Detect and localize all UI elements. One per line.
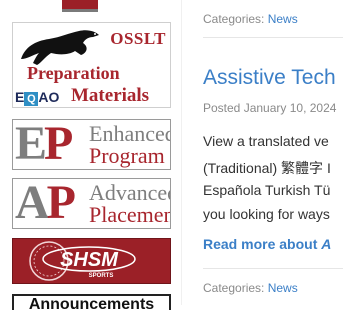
osslt-text: OSSLT xyxy=(110,29,166,48)
sidebar: OSSLT Preparation E Q AO Materials EP Enha… xyxy=(0,0,181,310)
post-excerpt-line: (Traditional) 繁體字 I xyxy=(203,160,331,176)
preparation-text: Preparation xyxy=(27,63,120,83)
ap-line2: Placement xyxy=(89,202,170,227)
osslt-preparation-banner[interactable]: OSSLT Preparation E Q AO Materials xyxy=(12,22,171,108)
ep-line2: Program xyxy=(89,143,165,168)
post-excerpt-line: you looking for ways xyxy=(203,206,330,222)
post-title-link[interactable]: Assistive Tech xyxy=(203,66,336,90)
ap-logo: AP xyxy=(15,178,76,229)
advanced-placement-banner[interactable]: AP Advanced Placement xyxy=(12,178,171,229)
shsm-label: SHSM xyxy=(60,249,119,271)
post-excerpt-line: Española Turkish Tü xyxy=(203,182,331,198)
post-divider xyxy=(203,268,343,269)
ep-line1: Enhanced xyxy=(89,121,171,146)
post-divider xyxy=(203,37,343,38)
category-link-news[interactable]: News xyxy=(268,12,298,26)
materials-text: Materials xyxy=(71,85,150,106)
ap-line1: Advanced xyxy=(89,180,171,205)
category-link-news[interactable]: News xyxy=(268,281,298,295)
announcements-banner[interactable]: Announcements xyxy=(12,294,171,310)
post-excerpt-line: View a translated ve xyxy=(203,133,329,149)
enhanced-program-banner[interactable]: EP Enhanced Program xyxy=(12,119,171,170)
post-date: Posted January 10, 2024 xyxy=(203,101,337,115)
eqao-logo: E Q AO xyxy=(15,89,60,106)
shsm-sub-label: SPORTS xyxy=(89,273,114,279)
shsm-sports-banner[interactable]: SHSM SPORTS xyxy=(12,238,171,284)
shsm-logo-icon: SHSM SPORTS xyxy=(29,241,136,281)
read-more-link[interactable]: Read more about A xyxy=(203,236,331,252)
previous-post-categories: Categories: News xyxy=(203,12,298,26)
cut-off-banner[interactable] xyxy=(62,0,98,12)
ep-logo: EP xyxy=(15,119,73,170)
next-post-categories: Categories: News xyxy=(203,281,298,295)
news-listing: Categories: News Assistive Tech Posted J… xyxy=(181,0,343,305)
